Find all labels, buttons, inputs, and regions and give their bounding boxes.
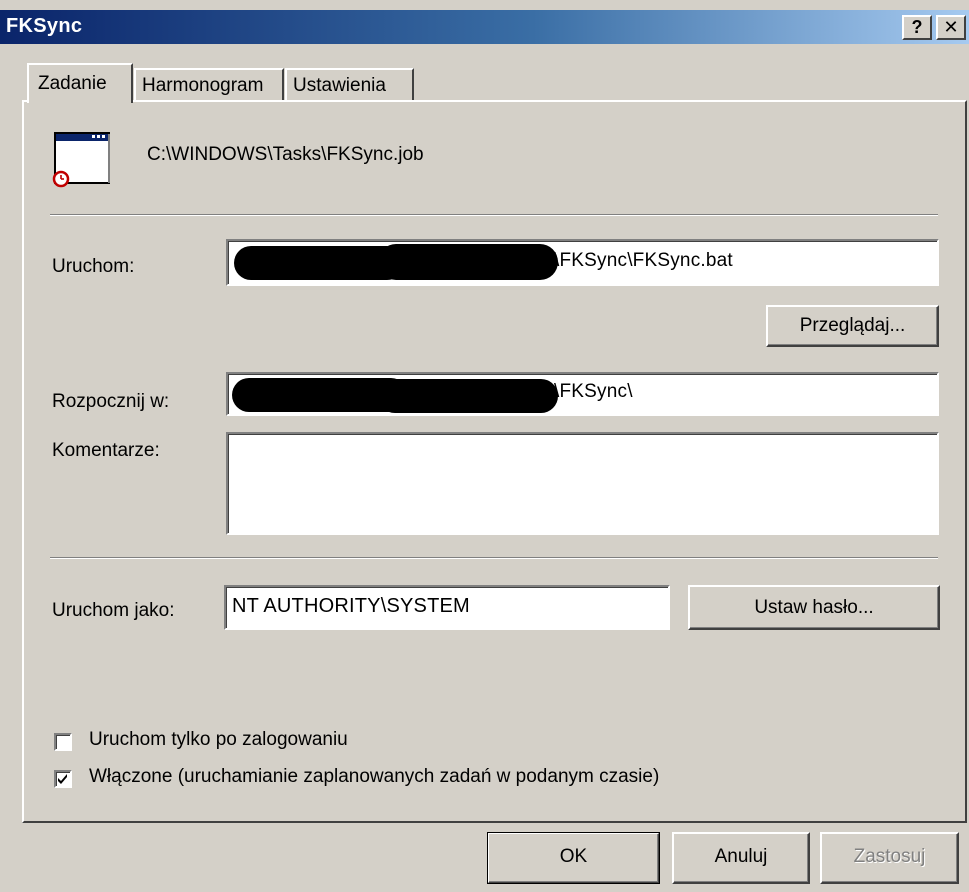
close-icon: ✕ <box>943 17 959 37</box>
tab-label: Zadanie <box>38 73 107 94</box>
apply-button[interactable]: Zastosuj <box>820 832 959 884</box>
enabled-checkbox[interactable] <box>54 770 72 788</box>
window-title: FKSync <box>6 15 83 37</box>
close-button[interactable]: ✕ <box>936 15 966 40</box>
scheduled-task-icon <box>52 132 110 188</box>
cancel-button[interactable]: Anuluj <box>672 832 810 884</box>
divider <box>50 557 938 559</box>
redaction-mark <box>378 244 558 280</box>
tab-label: Ustawienia <box>293 75 386 96</box>
run-as-label: Uruchom jako: <box>52 600 175 621</box>
start-in-label: Rozpocznij w: <box>52 391 170 412</box>
run-command-field[interactable]: \FKSync\FKSync.bat <box>226 239 939 286</box>
run-label: Uruchom: <box>52 256 135 277</box>
comments-textarea[interactable] <box>226 432 939 535</box>
task-file-path: C:\WINDOWS\Tasks\FKSync.job <box>147 144 424 165</box>
ok-button[interactable]: OK <box>487 832 660 884</box>
comments-label: Komentarze: <box>52 440 160 461</box>
run-only-logged-on-checkbox[interactable] <box>54 733 72 751</box>
tab-ustawienia[interactable]: Ustawienia <box>285 68 414 102</box>
task-properties-dialog: FKSync ? ✕ Harmonogram Ustawienia Zadani… <box>0 0 969 892</box>
run-as-field[interactable]: NT AUTHORITY\SYSTEM <box>224 585 670 630</box>
set-password-button[interactable]: Ustaw hasło... <box>688 585 940 630</box>
title-bar[interactable]: FKSync ? ✕ <box>0 10 969 44</box>
run-as-value: NT AUTHORITY\SYSTEM <box>232 595 470 617</box>
divider <box>50 214 938 216</box>
tab-label: Harmonogram <box>142 75 264 96</box>
checkmark-icon <box>58 774 67 784</box>
start-in-field[interactable]: \FKSync\ <box>226 372 939 416</box>
run-only-logged-on-label[interactable]: Uruchom tylko po zalogowaniu <box>89 729 348 751</box>
start-in-value: \FKSync\ <box>554 381 633 402</box>
redaction-mark <box>378 379 558 413</box>
enabled-label[interactable]: Włączone (uruchamianie zaplanowanych zad… <box>89 766 659 788</box>
browse-button[interactable]: Przeglądaj... <box>766 305 939 347</box>
help-button[interactable]: ? <box>902 15 932 40</box>
run-command-value: \FKSync\FKSync.bat <box>554 250 733 271</box>
tab-harmonogram[interactable]: Harmonogram <box>134 68 284 102</box>
tab-zadanie[interactable]: Zadanie <box>27 63 133 103</box>
help-icon: ? <box>911 17 923 37</box>
